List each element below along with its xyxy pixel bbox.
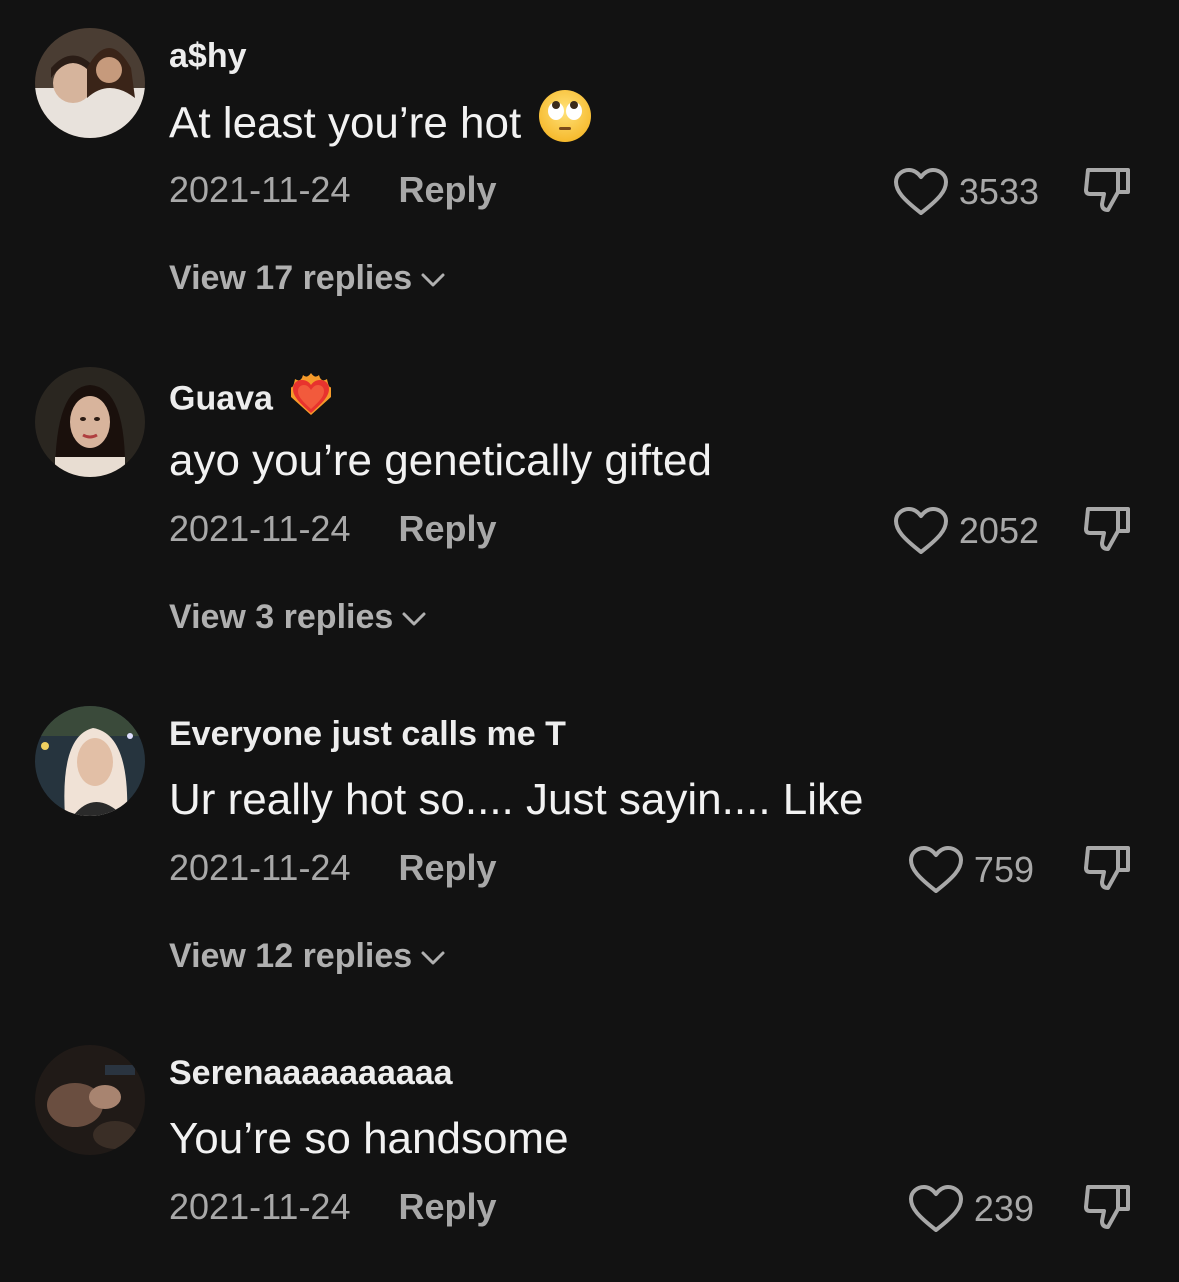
- comment-meta: 2021-11-24 Reply: [169, 846, 497, 890]
- face-with-rolling-eyes-icon: [537, 88, 593, 156]
- comment-text: At least you’re hot: [169, 90, 593, 156]
- chevron-down-icon: [421, 951, 445, 965]
- like-button[interactable]: 239: [908, 1185, 1034, 1233]
- avatar[interactable]: [35, 1045, 145, 1155]
- comment-date: 2021-11-24: [169, 169, 351, 210]
- heart-outline-icon: [908, 846, 963, 893]
- like-button[interactable]: 3533: [893, 168, 1039, 216]
- like-count: 239: [973, 1188, 1034, 1229]
- reply-button[interactable]: Reply: [398, 169, 496, 210]
- like-count: 759: [973, 849, 1034, 890]
- thumbs-down-outline-icon: [1084, 1185, 1130, 1229]
- avatar[interactable]: [35, 28, 145, 138]
- comment-meta: 2021-11-24 Reply: [169, 168, 497, 212]
- heart-outline-icon: [908, 1185, 963, 1232]
- comment-username[interactable]: a$hy: [169, 36, 247, 76]
- like-count: 2052: [958, 510, 1039, 551]
- chevron-down-icon: [402, 612, 426, 626]
- comment-date: 2021-11-24: [169, 508, 351, 549]
- heart-outline-icon: [893, 507, 948, 554]
- dislike-button[interactable]: [1082, 503, 1134, 555]
- dislike-button[interactable]: [1082, 164, 1134, 216]
- like-button[interactable]: 759: [908, 846, 1034, 894]
- view-replies-button[interactable]: View 17 replies: [169, 256, 446, 300]
- thumbs-down-outline-icon: [1084, 846, 1130, 890]
- comment-meta: 2021-11-24 Reply: [169, 507, 497, 551]
- view-replies-button[interactable]: View 3 replies: [169, 595, 427, 639]
- avatar[interactable]: [35, 367, 145, 477]
- comment-meta: 2021-11-24 Reply: [169, 1185, 497, 1229]
- chevron-down-icon: [421, 273, 445, 287]
- view-replies-button[interactable]: View 12 replies: [169, 934, 446, 978]
- like-count: 3533: [958, 171, 1039, 212]
- reply-button[interactable]: Reply: [398, 847, 496, 888]
- comment-text: You’re so handsome: [169, 1114, 569, 1163]
- comment-date: 2021-11-24: [169, 847, 351, 888]
- thumbs-down-outline-icon: [1084, 168, 1130, 212]
- dislike-button[interactable]: [1082, 842, 1134, 894]
- comment-text: ayo you’re genetically gifted: [169, 436, 712, 485]
- heart-on-fire-icon: [287, 369, 335, 426]
- comment-date: 2021-11-24: [169, 1186, 351, 1227]
- thumbs-down-outline-icon: [1084, 507, 1130, 551]
- reply-button[interactable]: Reply: [398, 508, 496, 549]
- comment-username[interactable]: Serenaaaaaaaaaa: [169, 1053, 453, 1093]
- reply-button[interactable]: Reply: [398, 1186, 496, 1227]
- comment-username[interactable]: Everyone just calls me T: [169, 714, 566, 754]
- comment-text: Ur really hot so.... Just sayin.... Like: [169, 775, 864, 824]
- heart-outline-icon: [893, 168, 948, 215]
- avatar[interactable]: [35, 706, 145, 816]
- like-button[interactable]: 2052: [893, 507, 1039, 555]
- dislike-button[interactable]: [1082, 1181, 1134, 1233]
- comment-username[interactable]: Guava: [169, 373, 335, 426]
